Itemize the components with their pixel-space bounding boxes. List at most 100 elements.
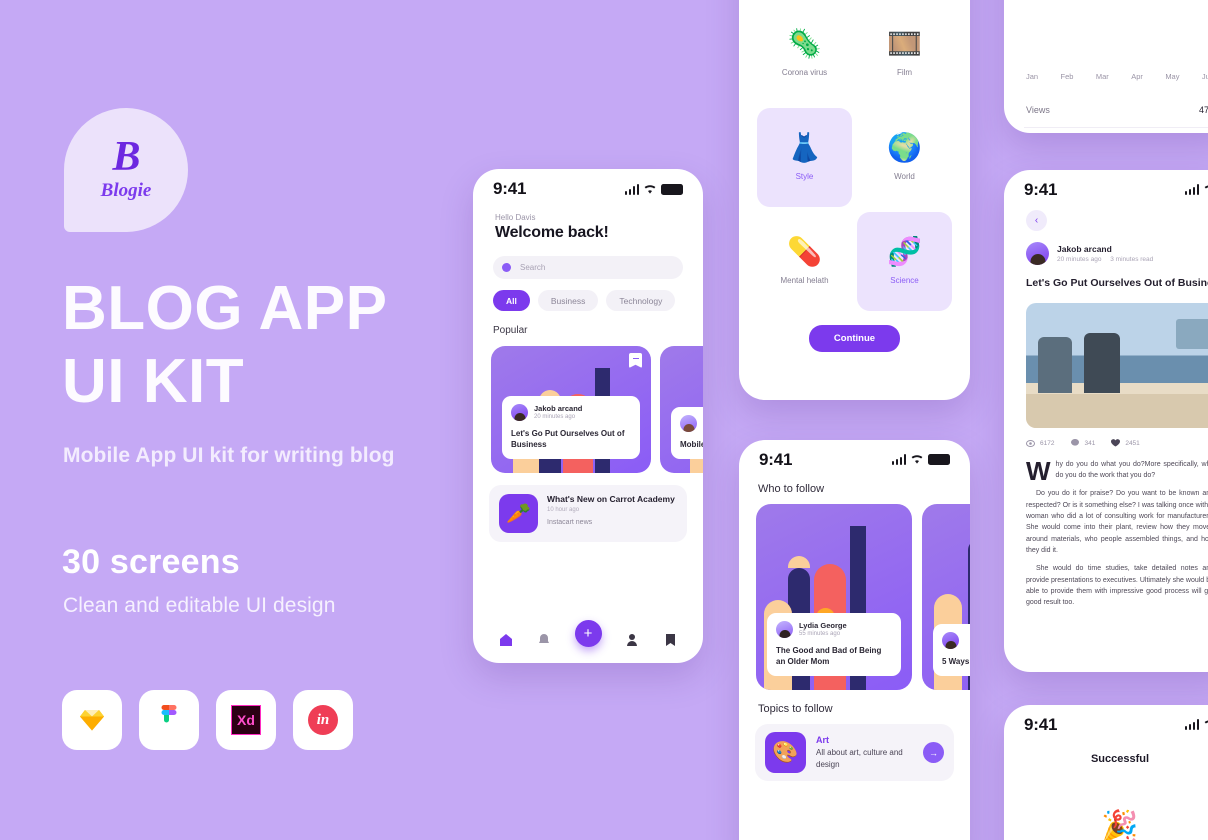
topic-description: All about art, culture and design (816, 748, 903, 769)
follow-author: Lydia George (799, 621, 847, 631)
dropcap: W (1026, 455, 1051, 486)
figma-icon (161, 705, 177, 723)
phone-follow-screen: 9:41 Who to follow Lydia George 55 minut… (739, 440, 970, 840)
status-icons (891, 454, 950, 465)
promo-time: 10 hour ago (547, 507, 580, 514)
continue-button[interactable]: Continue (808, 325, 901, 352)
back-icon[interactable]: ‹ (1026, 210, 1047, 231)
popular-carousel[interactable]: Jakob arcand 20 minutes ago Let's Go Put… (491, 346, 703, 473)
celebration-icon: 🎉 (1101, 810, 1139, 840)
category-film[interactable]: 🎞️ Film (857, 4, 952, 103)
dna-icon: 🧬 (887, 236, 922, 267)
article-author: Jakob arcand (1057, 244, 1112, 254)
topic-name: Art (816, 735, 829, 746)
chip-technology[interactable]: Technology (606, 290, 676, 311)
story-author: Jakob arcand (534, 404, 583, 414)
follow-title-text: 5 Ways By 19 (942, 656, 970, 666)
stat-row-views: Views 472 (1004, 93, 1208, 127)
category-mental-health[interactable]: 💊 Mental helath (757, 212, 852, 311)
stat-row-reading-time: Avg reading time 3 minutes (1004, 128, 1208, 133)
home-icon[interactable] (499, 633, 514, 648)
month-axis-labels: Jan Feb Mar Apr May Jun (1004, 72, 1208, 81)
signal-icon (1184, 719, 1199, 730)
logo-wordmark: Blogie (100, 180, 152, 202)
globe-icon: 🌍 (887, 132, 922, 163)
who-to-follow-title: Who to follow (758, 483, 825, 495)
person-icon[interactable] (625, 633, 640, 648)
promo-card[interactable]: 🥕 What's New on Carrot Academy 10 hour a… (489, 485, 687, 542)
virus-icon: 🦠 (787, 28, 822, 59)
phone-analytics-screen: Jan Feb Mar Apr May Jun Views 472 Avg re… (1004, 0, 1208, 133)
story-author-row (680, 414, 703, 432)
wifi-icon (1204, 720, 1208, 724)
status-time: 9:41 (493, 179, 527, 198)
tool-invision: in (293, 690, 353, 750)
bookmark-icon[interactable] (663, 633, 678, 648)
film-icon: 🎞️ (887, 28, 922, 59)
chip-all[interactable]: All (493, 290, 530, 311)
stat-views: 6172 (1026, 439, 1054, 448)
follow-card[interactable]: Lydia George 55 minutes ago The Good and… (756, 504, 912, 690)
logo-mark: B (112, 133, 140, 180)
category-label: World (894, 172, 915, 181)
category-science[interactable]: 🧬 Science (857, 212, 952, 311)
follow-time: 55 minutes ago (799, 631, 841, 638)
category-corona-virus[interactable]: 🦠 Corona virus (757, 4, 852, 103)
phone-home-screen: 9:41 Hello Davis Welcome back! Search Al… (473, 169, 703, 663)
sketch-icon (80, 710, 104, 731)
bottom-navigation: + (473, 617, 703, 663)
tool-label-invision: in (316, 711, 330, 728)
hero-note: Clean and editable UI design (63, 594, 336, 617)
month-label: Apr (1131, 72, 1143, 81)
category-label: Style (795, 172, 814, 181)
arrow-right-icon[interactable]: → (923, 742, 944, 763)
phone-success-screen: 9:41 Successful 🎉 (1004, 705, 1208, 840)
status-icons (624, 183, 683, 195)
follow-title-text: The Good and Bad of Being an Older Mom (776, 645, 882, 666)
topic-row-art[interactable]: 🎨 Art All about art, culture and design … (755, 724, 954, 781)
follow-card-info: 5 Ways By 19 (933, 623, 970, 676)
story-card[interactable]: Mobile Good (660, 346, 703, 473)
plus-icon[interactable]: + (574, 619, 602, 647)
search-placeholder: Search (520, 263, 546, 272)
story-title: Let's Go Put Ourselves Out of Business (511, 428, 625, 449)
hero-title-line2: UI KIT (62, 347, 245, 417)
follow-card[interactable]: 5 Ways By 19 (922, 504, 970, 690)
article-author-row: Jakob arcand 20 minutes ago 3 minutes re… (1026, 242, 1208, 265)
screens-count: 30 screens (62, 543, 240, 581)
promo-title: What's New on Carrot Academy (547, 494, 675, 504)
category-style[interactable]: 👗 Style (757, 108, 852, 207)
follow-carousel[interactable]: Lydia George 55 minutes ago The Good and… (756, 504, 970, 690)
search-input[interactable]: Search (493, 256, 683, 279)
story-card[interactable]: Jakob arcand 20 minutes ago Let's Go Put… (491, 346, 651, 473)
carrot-icon: 🥕 (499, 494, 538, 533)
continue-row: Continue (739, 325, 970, 352)
brand-logo: B Blogie (64, 108, 188, 232)
signal-icon (624, 183, 639, 195)
chip-business[interactable]: Business (537, 290, 599, 311)
avatar (942, 631, 959, 649)
category-world[interactable]: 🌍 World (857, 108, 952, 207)
bell-icon[interactable] (537, 633, 552, 648)
eye-icon (1026, 439, 1035, 448)
story-time: 20 minutes ago (534, 414, 576, 421)
article-title: Let's Go Put Ourselves Out of Business (1026, 277, 1208, 289)
status-time: 9:41 (1024, 179, 1058, 199)
stat-value: 2451 (1125, 439, 1140, 447)
month-label: Feb (1060, 72, 1074, 81)
promo-source: Instacart news (547, 519, 593, 527)
stat-comments: 341 (1070, 439, 1095, 448)
tool-adobe-xd: Xd (216, 690, 276, 750)
topics-to-follow-title: Topics to follow (758, 703, 833, 715)
tool-label-xd: Xd (237, 712, 255, 728)
avatar (680, 414, 697, 432)
tool-badges: Xd in (62, 690, 353, 750)
status-bar: 9:41 (1004, 170, 1208, 202)
article-meta: 20 minutes ago 3 minutes read (1057, 256, 1160, 263)
battery-icon (661, 183, 683, 195)
article-body: Why do you do what you do?More specifica… (1026, 455, 1208, 609)
article-lead-paragraph: Why do you do what you do?More specifica… (1026, 455, 1208, 486)
category-label: Mental helath (780, 276, 829, 285)
article-stats: 6172 341 2451 (1026, 439, 1208, 448)
section-title-popular: Popular (493, 325, 528, 336)
